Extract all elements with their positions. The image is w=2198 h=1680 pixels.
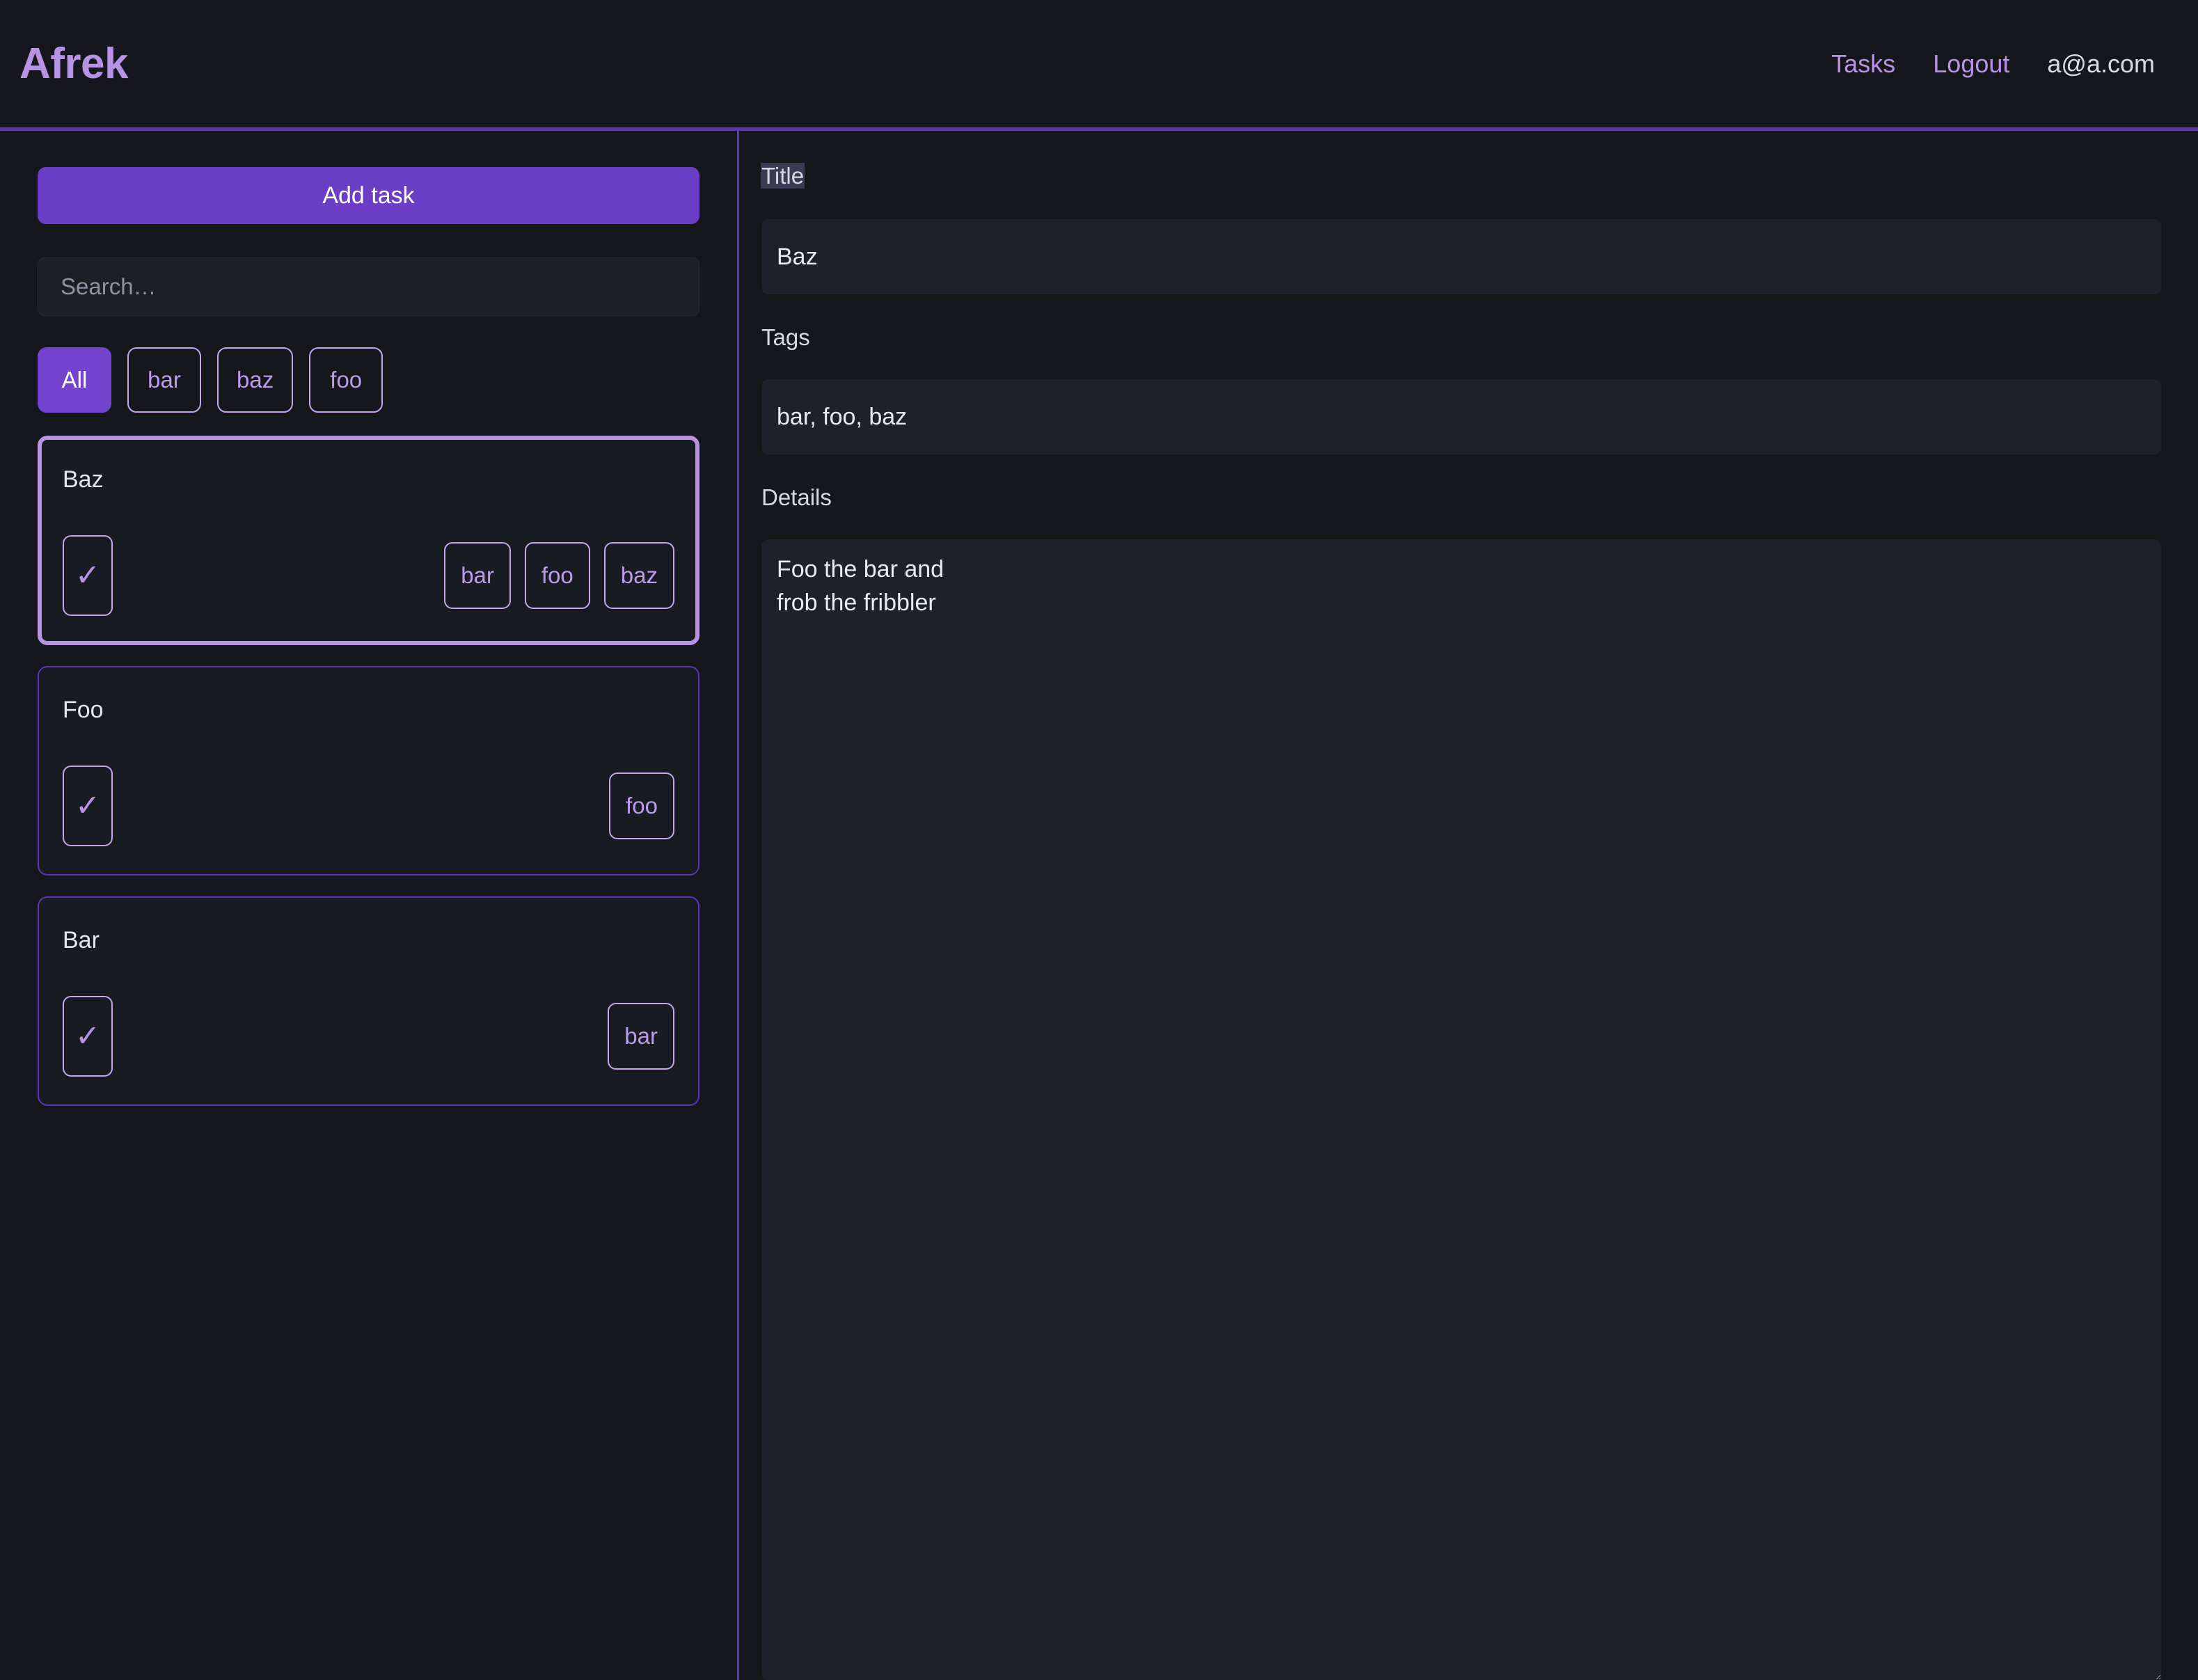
- task-detail-panel: Title Tags Details: [739, 131, 2198, 1680]
- tags-input[interactable]: [761, 379, 2161, 454]
- task-complete-checkbox[interactable]: ✓: [63, 766, 113, 846]
- task-tag-foo[interactable]: foo: [524, 542, 590, 609]
- task-card[interactable]: Foo ✓ foo: [38, 666, 699, 875]
- add-task-button[interactable]: Add task: [38, 167, 699, 224]
- task-card-title: Bar: [63, 927, 100, 953]
- task-card-title: Baz: [63, 466, 104, 493]
- details-field-group: Details: [761, 486, 2161, 1680]
- header-user-email: a@a.com: [2047, 49, 2155, 78]
- task-card-controls: ✓ foo: [63, 766, 674, 846]
- nav-link-tasks[interactable]: Tasks: [1831, 51, 1895, 77]
- app-logo: Afrek: [19, 39, 129, 88]
- task-sidebar: Add task All bar baz foo Baz ✓ bar foo b…: [0, 131, 739, 1680]
- task-card[interactable]: Bar ✓ bar: [38, 896, 699, 1106]
- tag-filter-foo[interactable]: foo: [309, 347, 384, 413]
- task-card[interactable]: Baz ✓ bar foo baz: [38, 436, 699, 645]
- tag-filter-all[interactable]: All: [38, 347, 111, 413]
- task-card-tags: bar: [608, 1003, 674, 1070]
- task-card-controls: ✓ bar: [63, 996, 674, 1077]
- title-input[interactable]: [761, 219, 2161, 294]
- task-card-tags: bar foo baz: [444, 542, 674, 609]
- title-field-label: Title: [761, 163, 805, 189]
- tag-filter-baz[interactable]: baz: [217, 347, 294, 413]
- header-nav: Tasks Logout a@a.com: [1831, 51, 2155, 77]
- task-card-controls: ✓ bar foo baz: [63, 535, 674, 616]
- task-complete-checkbox[interactable]: ✓: [63, 996, 113, 1077]
- task-card-title: Foo: [63, 697, 104, 723]
- app-header: Afrek Tasks Logout a@a.com: [0, 0, 2198, 131]
- nav-link-logout[interactable]: Logout: [1933, 51, 2009, 77]
- task-tag-bar[interactable]: bar: [444, 542, 511, 609]
- task-list: Baz ✓ bar foo baz Foo ✓ foo Bar ✓ bar: [38, 436, 699, 1106]
- title-field-group: Title: [761, 163, 2161, 294]
- task-tag-baz[interactable]: baz: [603, 542, 674, 609]
- task-complete-checkbox[interactable]: ✓: [63, 535, 113, 616]
- tags-field-label: Tags: [761, 324, 810, 350]
- app-body: Add task All bar baz foo Baz ✓ bar foo b…: [0, 131, 2198, 1680]
- details-field-label: Details: [761, 484, 832, 510]
- tags-field-group: Tags: [761, 326, 2161, 454]
- search-input[interactable]: [38, 257, 699, 316]
- tag-filter-row: All bar baz foo: [38, 347, 699, 413]
- task-tag-bar[interactable]: bar: [608, 1003, 674, 1070]
- task-card-tags: foo: [609, 772, 674, 839]
- task-tag-foo[interactable]: foo: [609, 772, 674, 839]
- details-textarea[interactable]: [761, 539, 2161, 1680]
- tag-filter-bar[interactable]: bar: [127, 347, 201, 413]
